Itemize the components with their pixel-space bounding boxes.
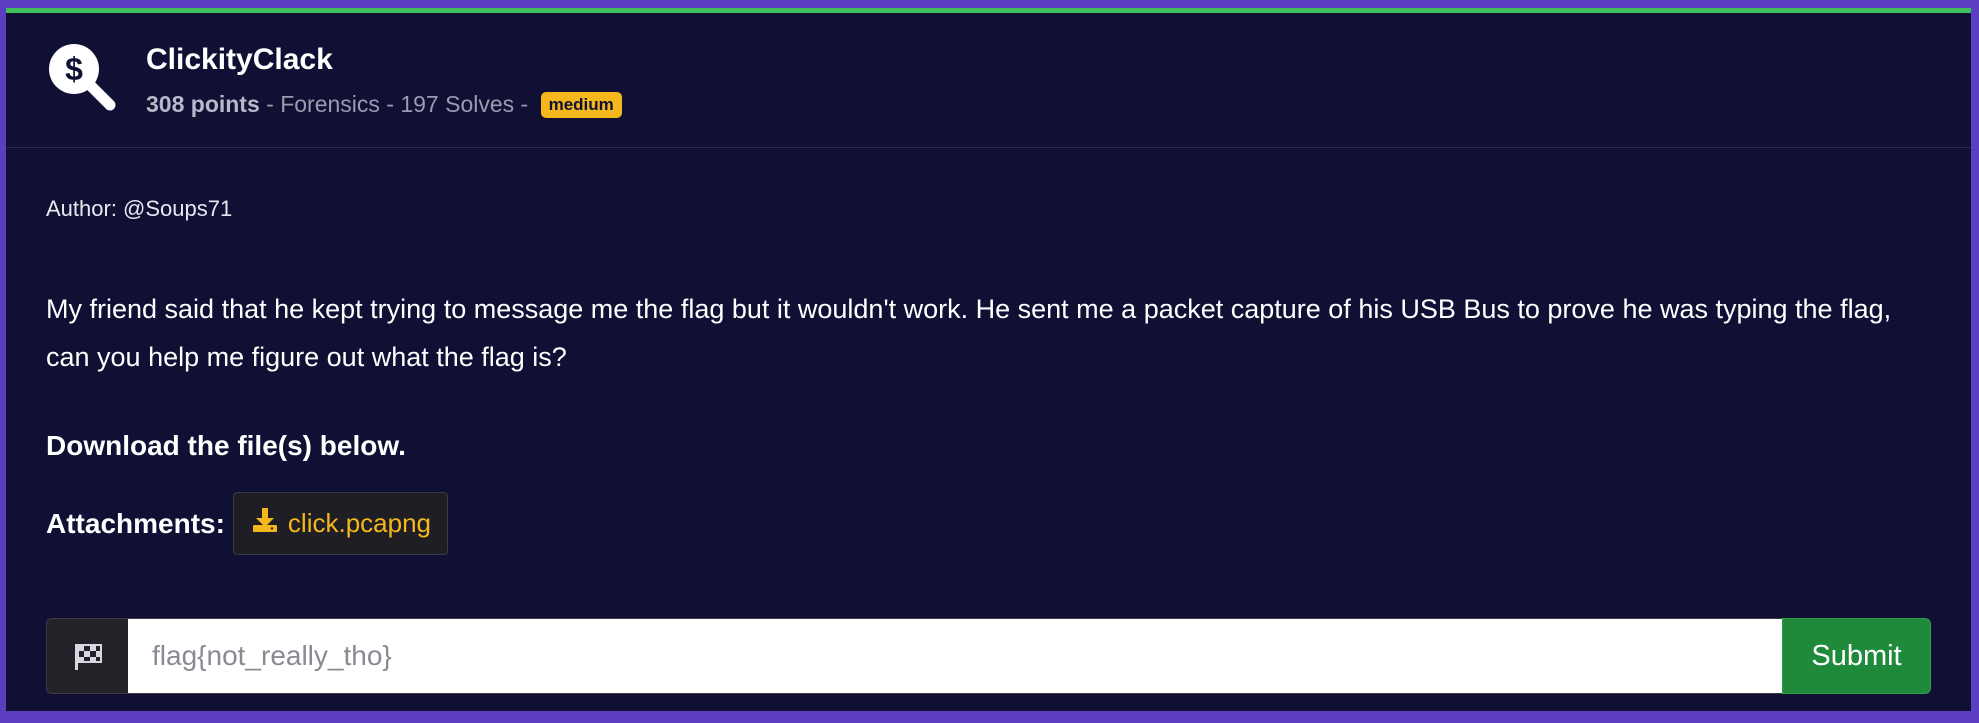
challenge-category: - Forensics - 197 Solves - <box>259 91 535 117</box>
challenge-title: ClickityClack <box>146 43 333 76</box>
flag-input[interactable] <box>128 618 1782 694</box>
challenge-description: My friend said that he kept trying to me… <box>46 294 1892 372</box>
dollar-magnifier-icon: $ <box>44 39 118 113</box>
attachment-download-button[interactable]: click.pcapng <box>232 492 448 555</box>
difficulty-badge: medium <box>540 91 622 118</box>
challenge-author: Author: @Soups71 <box>46 196 233 221</box>
attachments-label: Attachments: <box>46 507 225 539</box>
challenge-meta: 308 points - Forensics - 197 Solves - me… <box>146 91 622 118</box>
download-heading: Download the file(s) below. <box>46 430 406 461</box>
attachment-filename: click.pcapng <box>287 508 431 538</box>
submit-button[interactable]: Submit <box>1782 618 1931 694</box>
challenge-card: $ ClickityClack 308 points - Forensics -… <box>6 8 1971 711</box>
svg-text:$: $ <box>65 51 83 87</box>
attachments-row: Attachments: click.pcapng <box>46 492 448 555</box>
checkered-flag-icon <box>46 618 128 694</box>
challenge-points: 308 points <box>146 91 260 117</box>
flag-submit-form: Submit <box>46 618 1931 694</box>
download-icon <box>250 505 280 542</box>
challenge-header: $ ClickityClack 308 points - Forensics -… <box>6 13 1971 148</box>
